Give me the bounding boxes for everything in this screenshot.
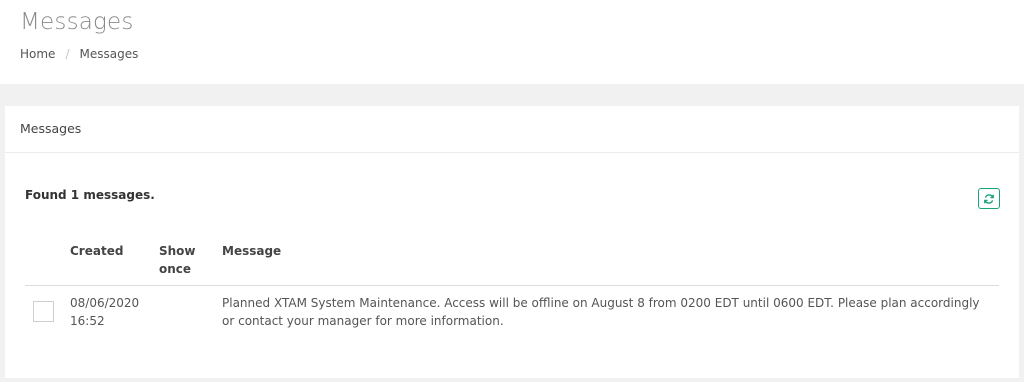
breadcrumb-separator: / <box>65 47 70 61</box>
breadcrumb-current: Messages <box>79 47 139 61</box>
row-created-date: 08/06/2020 16:52 <box>70 296 140 328</box>
row-select-checkbox[interactable] <box>33 301 54 322</box>
column-header-message[interactable]: Message <box>222 242 281 260</box>
refresh-button[interactable] <box>978 188 1000 209</box>
page-title: Messages <box>20 9 134 35</box>
column-header-show-once[interactable]: Show once <box>159 242 204 278</box>
found-count-text: Found 1 messages. <box>25 188 155 202</box>
page-header: Messages Home / Messages <box>0 0 1024 84</box>
refresh-icon <box>984 193 994 204</box>
row-message-text: Planned XTAM System Maintenance. Access … <box>222 296 980 328</box>
table-header-divider <box>25 285 999 286</box>
panel-heading: Messages <box>5 106 1019 153</box>
breadcrumb: Home / Messages <box>20 47 138 61</box>
breadcrumb-home-link[interactable]: Home <box>20 47 55 61</box>
column-header-created[interactable]: Created <box>70 242 123 260</box>
messages-panel: Messages Found 1 messages. Created Show … <box>5 106 1019 378</box>
panel-title: Messages <box>20 121 82 136</box>
